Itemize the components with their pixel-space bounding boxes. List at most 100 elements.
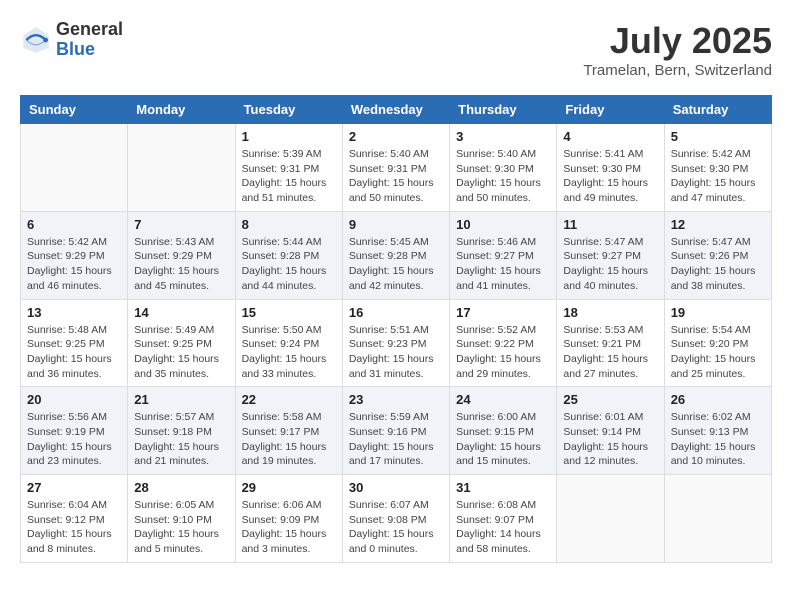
day-info: Sunrise: 5:40 AM Sunset: 9:31 PM Dayligh… xyxy=(349,147,443,206)
day-number: 5 xyxy=(671,129,765,144)
calendar-day-cell: 16 Sunrise: 5:51 AM Sunset: 9:23 PM Dayli… xyxy=(342,299,449,387)
weekday-header-wednesday: Wednesday xyxy=(342,96,449,124)
day-info: Sunrise: 5:42 AM Sunset: 9:30 PM Dayligh… xyxy=(671,147,765,206)
day-info: Sunrise: 5:50 AM Sunset: 9:24 PM Dayligh… xyxy=(242,323,336,382)
calendar-day-cell: 14 Sunrise: 5:49 AM Sunset: 9:25 PM Dayli… xyxy=(128,299,235,387)
day-number: 23 xyxy=(349,392,443,407)
day-info: Sunrise: 5:52 AM Sunset: 9:22 PM Dayligh… xyxy=(456,323,550,382)
month-title: July 2025 xyxy=(583,20,772,62)
day-info: Sunrise: 6:08 AM Sunset: 9:07 PM Dayligh… xyxy=(456,498,550,557)
calendar-table: SundayMondayTuesdayWednesdayThursdayFrid… xyxy=(20,95,772,563)
title-block: July 2025 Tramelan, Bern, Switzerland xyxy=(583,20,772,79)
day-number: 28 xyxy=(134,480,228,495)
day-info: Sunrise: 5:40 AM Sunset: 9:30 PM Dayligh… xyxy=(456,147,550,206)
day-number: 25 xyxy=(563,392,657,407)
calendar-day-cell: 22 Sunrise: 5:58 AM Sunset: 9:17 PM Dayli… xyxy=(235,387,342,475)
day-info: Sunrise: 5:53 AM Sunset: 9:21 PM Dayligh… xyxy=(563,323,657,382)
day-info: Sunrise: 5:42 AM Sunset: 9:29 PM Dayligh… xyxy=(27,235,121,294)
day-info: Sunrise: 5:58 AM Sunset: 9:17 PM Dayligh… xyxy=(242,410,336,469)
calendar-day-cell: 12Sunrise: 5:47 AM Sunset: 9:26 PM Dayli… xyxy=(664,211,771,299)
calendar-day-cell: 24 Sunrise: 6:00 AM Sunset: 9:15 PM Dayli… xyxy=(450,387,557,475)
calendar-day-cell xyxy=(664,475,771,563)
day-number: 26 xyxy=(671,392,765,407)
day-info: Sunrise: 6:07 AM Sunset: 9:08 PM Dayligh… xyxy=(349,498,443,557)
day-info: Sunrise: 6:04 AM Sunset: 9:12 PM Dayligh… xyxy=(27,498,121,557)
day-number: 2 xyxy=(349,129,443,144)
calendar-day-cell: 2 Sunrise: 5:40 AM Sunset: 9:31 PM Daylig… xyxy=(342,124,449,212)
calendar-day-cell: 1 Sunrise: 5:39 AM Sunset: 9:31 PM Daylig… xyxy=(235,124,342,212)
weekday-header-friday: Friday xyxy=(557,96,664,124)
day-number: 22 xyxy=(242,392,336,407)
calendar-day-cell: 13 Sunrise: 5:48 AM Sunset: 9:25 PM Dayli… xyxy=(21,299,128,387)
day-info: Sunrise: 5:47 AM Sunset: 9:26 PM Dayligh… xyxy=(671,235,765,294)
day-info: Sunrise: 6:06 AM Sunset: 9:09 PM Dayligh… xyxy=(242,498,336,557)
calendar-day-cell: 29 Sunrise: 6:06 AM Sunset: 9:09 PM Dayli… xyxy=(235,475,342,563)
page-header: General Blue July 2025 Tramelan, Bern, S… xyxy=(20,20,772,79)
calendar-day-cell: 17 Sunrise: 5:52 AM Sunset: 9:22 PM Dayli… xyxy=(450,299,557,387)
calendar-week-row: 6 Sunrise: 5:42 AM Sunset: 9:29 PM Daylig… xyxy=(21,211,772,299)
calendar-day-cell: 30Sunrise: 6:07 AM Sunset: 9:08 PM Dayli… xyxy=(342,475,449,563)
day-info: Sunrise: 5:39 AM Sunset: 9:31 PM Dayligh… xyxy=(242,147,336,206)
day-number: 11 xyxy=(563,217,657,232)
day-info: Sunrise: 6:02 AM Sunset: 9:13 PM Dayligh… xyxy=(671,410,765,469)
day-info: Sunrise: 5:56 AM Sunset: 9:19 PM Dayligh… xyxy=(27,410,121,469)
day-info: Sunrise: 5:49 AM Sunset: 9:25 PM Dayligh… xyxy=(134,323,228,382)
day-info: Sunrise: 5:48 AM Sunset: 9:25 PM Dayligh… xyxy=(27,323,121,382)
day-number: 6 xyxy=(27,217,121,232)
day-number: 16 xyxy=(349,305,443,320)
day-number: 24 xyxy=(456,392,550,407)
day-number: 20 xyxy=(27,392,121,407)
logo-blue-label: Blue xyxy=(56,40,123,60)
day-info: Sunrise: 5:41 AM Sunset: 9:30 PM Dayligh… xyxy=(563,147,657,206)
day-number: 4 xyxy=(563,129,657,144)
day-number: 3 xyxy=(456,129,550,144)
day-number: 13 xyxy=(27,305,121,320)
calendar-day-cell: 28 Sunrise: 6:05 AM Sunset: 9:10 PM Dayli… xyxy=(128,475,235,563)
calendar-day-cell: 21Sunrise: 5:57 AM Sunset: 9:18 PM Dayli… xyxy=(128,387,235,475)
day-info: Sunrise: 5:54 AM Sunset: 9:20 PM Dayligh… xyxy=(671,323,765,382)
day-info: Sunrise: 6:00 AM Sunset: 9:15 PM Dayligh… xyxy=(456,410,550,469)
calendar-day-cell: 5 Sunrise: 5:42 AM Sunset: 9:30 PM Daylig… xyxy=(664,124,771,212)
calendar-day-cell: 31 Sunrise: 6:08 AM Sunset: 9:07 PM Dayli… xyxy=(450,475,557,563)
calendar-week-row: 20 Sunrise: 5:56 AM Sunset: 9:19 PM Dayli… xyxy=(21,387,772,475)
day-info: Sunrise: 5:44 AM Sunset: 9:28 PM Dayligh… xyxy=(242,235,336,294)
calendar-day-cell: 25 Sunrise: 6:01 AM Sunset: 9:14 PM Dayli… xyxy=(557,387,664,475)
day-info: Sunrise: 5:43 AM Sunset: 9:29 PM Dayligh… xyxy=(134,235,228,294)
day-info: Sunrise: 5:51 AM Sunset: 9:23 PM Dayligh… xyxy=(349,323,443,382)
day-info: Sunrise: 6:01 AM Sunset: 9:14 PM Dayligh… xyxy=(563,410,657,469)
weekday-header-tuesday: Tuesday xyxy=(235,96,342,124)
calendar-day-cell: 20 Sunrise: 5:56 AM Sunset: 9:19 PM Dayli… xyxy=(21,387,128,475)
calendar-day-cell: 7 Sunrise: 5:43 AM Sunset: 9:29 PM Daylig… xyxy=(128,211,235,299)
day-number: 19 xyxy=(671,305,765,320)
calendar-week-row: 1 Sunrise: 5:39 AM Sunset: 9:31 PM Daylig… xyxy=(21,124,772,212)
calendar-day-cell: 23 Sunrise: 5:59 AM Sunset: 9:16 PM Dayli… xyxy=(342,387,449,475)
day-number: 18 xyxy=(563,305,657,320)
calendar-day-cell: 27Sunrise: 6:04 AM Sunset: 9:12 PM Dayli… xyxy=(21,475,128,563)
calendar-day-cell: 9Sunrise: 5:45 AM Sunset: 9:28 PM Daylig… xyxy=(342,211,449,299)
weekday-header-row: SundayMondayTuesdayWednesdayThursdayFrid… xyxy=(21,96,772,124)
day-info: Sunrise: 5:57 AM Sunset: 9:18 PM Dayligh… xyxy=(134,410,228,469)
day-info: Sunrise: 5:59 AM Sunset: 9:16 PM Dayligh… xyxy=(349,410,443,469)
day-number: 14 xyxy=(134,305,228,320)
calendar-week-row: 13 Sunrise: 5:48 AM Sunset: 9:25 PM Dayli… xyxy=(21,299,772,387)
day-number: 29 xyxy=(242,480,336,495)
calendar-day-cell: 19 Sunrise: 5:54 AM Sunset: 9:20 PM Dayli… xyxy=(664,299,771,387)
day-number: 10 xyxy=(456,217,550,232)
calendar-day-cell: 10Sunrise: 5:46 AM Sunset: 9:27 PM Dayli… xyxy=(450,211,557,299)
weekday-header-thursday: Thursday xyxy=(450,96,557,124)
day-number: 31 xyxy=(456,480,550,495)
day-number: 7 xyxy=(134,217,228,232)
calendar-day-cell: 8 Sunrise: 5:44 AM Sunset: 9:28 PM Daylig… xyxy=(235,211,342,299)
weekday-header-sunday: Sunday xyxy=(21,96,128,124)
day-number: 17 xyxy=(456,305,550,320)
day-info: Sunrise: 6:05 AM Sunset: 9:10 PM Dayligh… xyxy=(134,498,228,557)
location-title: Tramelan, Bern, Switzerland xyxy=(583,62,772,79)
day-number: 8 xyxy=(242,217,336,232)
logo: General Blue xyxy=(20,20,123,60)
calendar-day-cell: 6 Sunrise: 5:42 AM Sunset: 9:29 PM Daylig… xyxy=(21,211,128,299)
weekday-header-monday: Monday xyxy=(128,96,235,124)
logo-icon xyxy=(20,24,52,56)
calendar-day-cell xyxy=(557,475,664,563)
day-number: 1 xyxy=(242,129,336,144)
calendar-day-cell: 4 Sunrise: 5:41 AM Sunset: 9:30 PM Daylig… xyxy=(557,124,664,212)
